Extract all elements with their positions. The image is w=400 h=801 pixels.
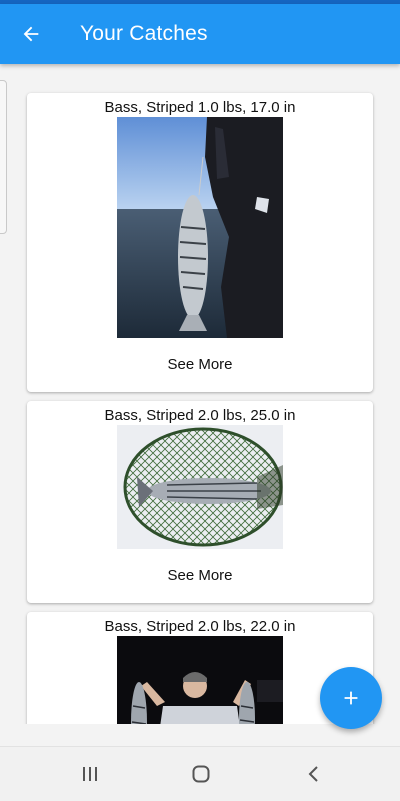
home-button[interactable] [171,747,231,801]
catch-photo [117,117,283,338]
catch-photo [117,636,283,724]
page-title: Your Catches [80,22,208,45]
home-icon [192,765,210,783]
catch-title: Bass, Striped 1.0 lbs, 17.0 in [104,99,296,116]
recent-apps-icon [83,767,97,781]
catch-card: Bass, Striped 2.0 lbs, 25.0 in See More [27,401,373,603]
see-more-button[interactable]: See More [27,356,373,373]
add-catch-button[interactable] [320,667,382,729]
catch-list[interactable]: Bass, Striped 1.0 lbs, 17.0 in See More … [0,64,400,724]
catch-title: Bass, Striped 2.0 lbs, 25.0 in [104,407,296,424]
see-more-button[interactable]: See More [27,567,373,584]
back-chevron-icon [308,766,318,782]
system-back-button[interactable] [284,747,344,801]
recent-apps-button[interactable] [60,747,120,801]
plus-icon [344,691,358,705]
system-navigation-bar [0,746,400,801]
catch-photo [117,425,283,549]
catch-title: Bass, Striped 2.0 lbs, 22.0 in [104,618,296,635]
app-bar: Your Catches [0,4,400,64]
catch-card: Bass, Striped 1.0 lbs, 17.0 in See More [27,93,373,392]
arrow-left-icon [23,26,39,42]
back-button[interactable] [0,4,62,64]
